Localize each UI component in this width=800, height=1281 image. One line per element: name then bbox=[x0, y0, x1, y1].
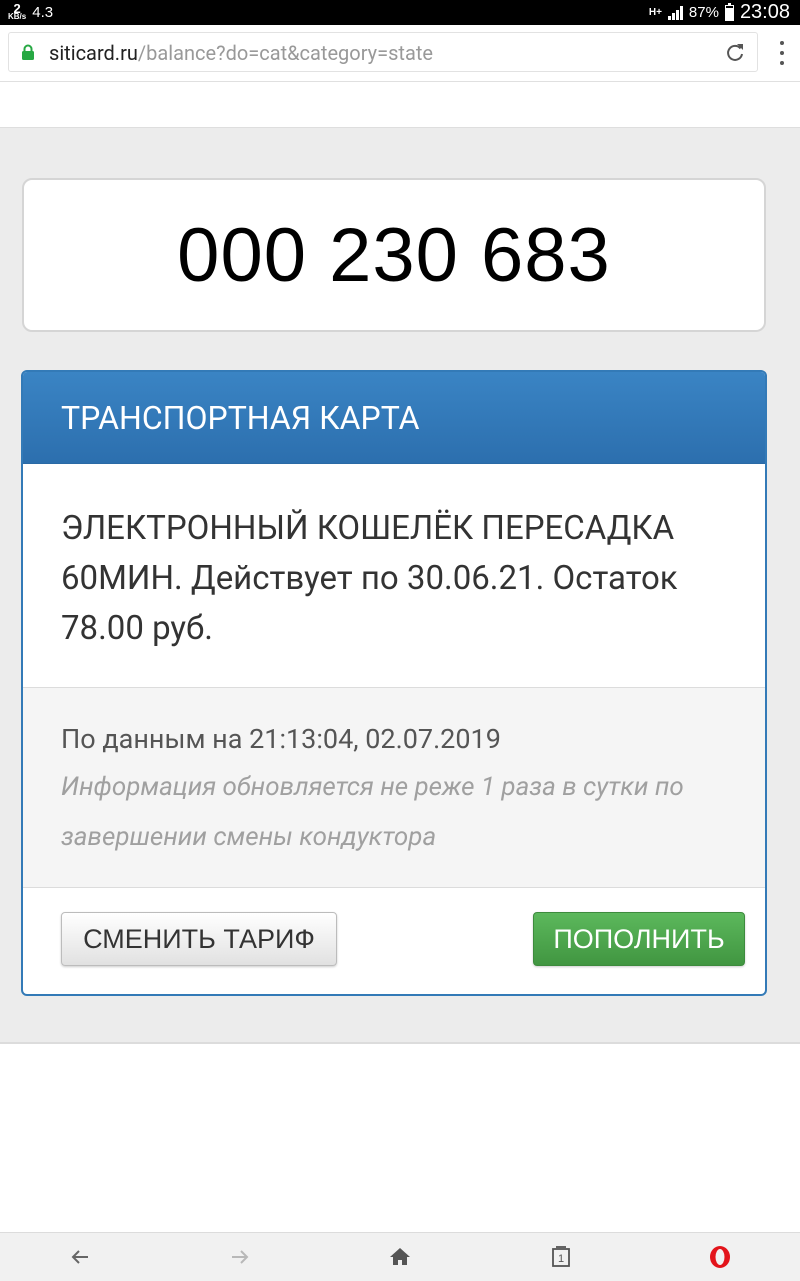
network-type: H+ bbox=[648, 7, 662, 18]
status-bar: 2 KB/s 4.3 H+ 87% 23:08 bbox=[0, 0, 800, 25]
battery-percent: 87% bbox=[688, 4, 719, 21]
change-tariff-button[interactable]: СМЕНИТЬ ТАРИФ bbox=[61, 912, 337, 966]
browser-bottom-nav: 1 bbox=[0, 1232, 800, 1281]
url-field[interactable]: siticard.ru/balance?do=cat&category=stat… bbox=[8, 32, 758, 72]
arrow-right-icon[interactable] bbox=[228, 1245, 252, 1269]
status-bar-right: H+ 87% 23:08 bbox=[649, 0, 790, 25]
net-speed-unit: KB/s bbox=[8, 11, 27, 21]
clock: 23:08 bbox=[739, 1, 790, 23]
reload-icon[interactable] bbox=[725, 42, 745, 62]
url-text: siticard.ru/balance?do=cat&category=stat… bbox=[49, 41, 433, 65]
home-icon[interactable] bbox=[388, 1245, 412, 1269]
net-speed-indicator: 2 KB/s bbox=[8, 2, 27, 21]
data-as-of: По данным на 21:13:04, 02.07.2019 bbox=[61, 723, 501, 755]
browser-address-bar: siticard.ru/balance?do=cat&category=stat… bbox=[0, 25, 800, 82]
more-vert-icon[interactable] bbox=[780, 41, 786, 65]
tabs-icon[interactable]: 1 bbox=[549, 1245, 573, 1269]
url-path: /balance?do=cat&category=state bbox=[137, 41, 433, 65]
status-bar-left: 2 KB/s 4.3 bbox=[8, 0, 53, 25]
signal-icon bbox=[667, 5, 683, 20]
signal-label: 4.3 bbox=[32, 4, 54, 21]
top-up-button[interactable]: ПОПОЛНИТЬ bbox=[533, 912, 745, 966]
battery-icon bbox=[724, 2, 734, 21]
url-host: siticard.ru bbox=[49, 41, 138, 65]
lock-icon bbox=[22, 44, 34, 60]
panel-info: По данным на 21:13:04, 02.07.2019 Информ… bbox=[23, 688, 765, 888]
arrow-left-icon[interactable] bbox=[68, 1245, 92, 1269]
tariff-description: ЭЛЕКТРОННЫЙ КОШЕЛЁК ПЕРЕСАДКА 60МИН. Дей… bbox=[23, 464, 765, 688]
panel-footer: СМЕНИТЬ ТАРИФ ПОПОЛНИТЬ bbox=[23, 888, 765, 994]
page-content: 000 230 683 ТРАНСПОРТНАЯ КАРТА ЭЛЕКТРОНН… bbox=[0, 127, 800, 1044]
tabs-count: 1 bbox=[558, 1253, 564, 1265]
opera-icon[interactable] bbox=[708, 1245, 732, 1269]
card-info-panel: ТРАНСПОРТНАЯ КАРТА ЭЛЕКТРОННЫЙ КОШЕЛЁК П… bbox=[21, 370, 767, 996]
update-note: Информация обновляется не реже 1 раза в … bbox=[61, 772, 684, 852]
card-number-box: 000 230 683 bbox=[22, 178, 766, 332]
card-number: 000 230 683 bbox=[177, 212, 611, 298]
panel-title: ТРАНСПОРТНАЯ КАРТА bbox=[23, 372, 765, 464]
